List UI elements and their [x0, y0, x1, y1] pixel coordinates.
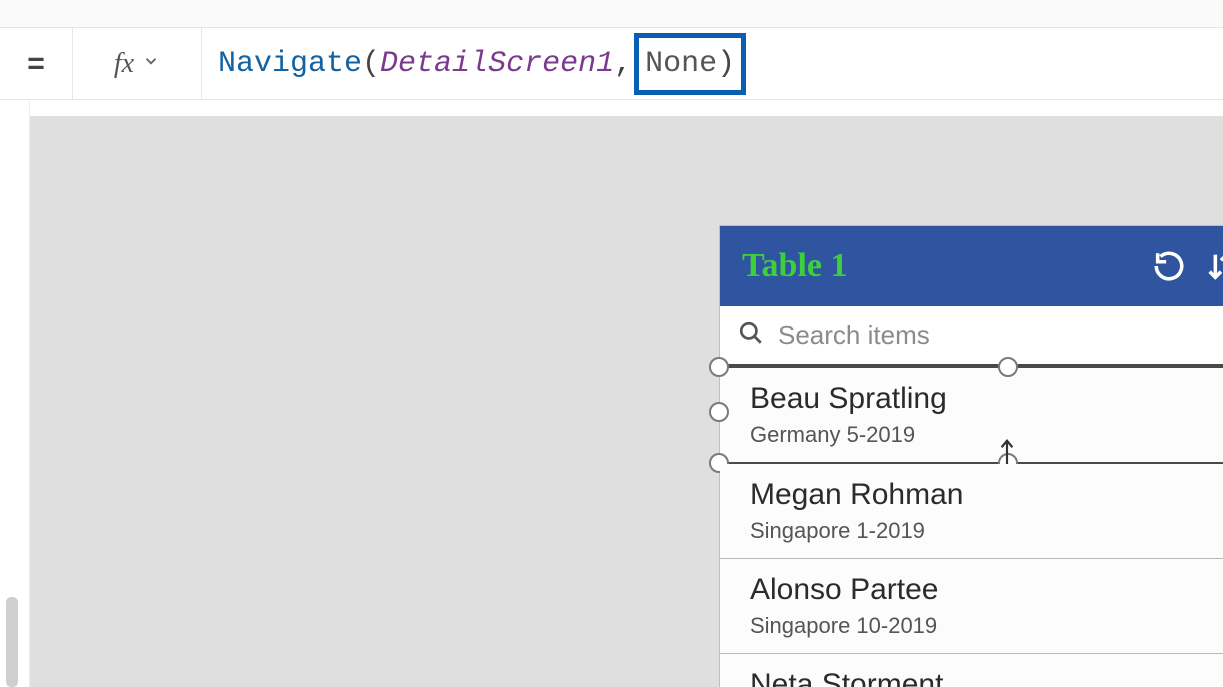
formula-token-comma: , [614, 47, 632, 81]
list-item[interactable]: Megan Rohman Singapore 1-2019 [720, 464, 1223, 559]
list-item-subtitle: Singapore 1-2019 [750, 518, 1223, 544]
selection-handle[interactable] [998, 357, 1018, 377]
list-item[interactable]: Beau Spratling Germany 5-2019 [720, 366, 1223, 464]
list-item[interactable]: Neta Storment [720, 654, 1223, 687]
left-scrollbar-thumb[interactable] [6, 597, 18, 687]
formula-bar: = fx Navigate(DetailScreen1, None) [0, 28, 1223, 100]
gallery[interactable]: Beau Spratling Germany 5-2019 Megan Rohm… [720, 366, 1223, 687]
fx-dropdown[interactable]: fx [72, 28, 202, 99]
formula-token-arg2: None [645, 47, 717, 81]
sort-icon[interactable] [1204, 249, 1223, 283]
list-item-title: Neta Storment [750, 668, 1223, 687]
search-box[interactable]: Search items [720, 306, 1223, 366]
formula-highlight: None) [634, 33, 746, 95]
selection-handle[interactable] [709, 402, 729, 422]
app-title: Table 1 [742, 247, 1134, 285]
list-item[interactable]: Alonso Partee Singapore 10-2019 [720, 559, 1223, 654]
list-item-subtitle: Germany 5-2019 [750, 422, 1223, 448]
list-item-title: Megan Rohman [750, 478, 1223, 512]
ribbon-strip [0, 0, 1223, 28]
formula-token-function: Navigate [218, 47, 362, 81]
canvas-area: Table 1 Search items [0, 100, 1223, 687]
list-item-subtitle: Singapore 10-2019 [750, 613, 1223, 639]
left-gutter [0, 100, 30, 687]
app-preview: Table 1 Search items [720, 226, 1223, 687]
design-canvas[interactable]: Table 1 Search items [30, 116, 1223, 687]
fx-label: fx [114, 48, 134, 80]
refresh-icon[interactable] [1152, 249, 1186, 283]
selection-handle[interactable] [709, 357, 729, 377]
app-header: Table 1 [720, 226, 1223, 306]
search-icon [738, 320, 764, 351]
list-item-title: Alonso Partee [750, 573, 1223, 607]
formula-input[interactable]: Navigate(DetailScreen1, None) [202, 28, 1223, 99]
formula-token-close-paren: ) [717, 47, 735, 81]
search-placeholder: Search items [778, 320, 930, 351]
property-equals: = [0, 47, 72, 81]
formula-token-open-paren: ( [362, 47, 380, 81]
chevron-down-icon [142, 52, 160, 75]
formula-token-arg1: DetailScreen1 [380, 47, 614, 81]
list-item-title: Beau Spratling [750, 382, 1223, 416]
